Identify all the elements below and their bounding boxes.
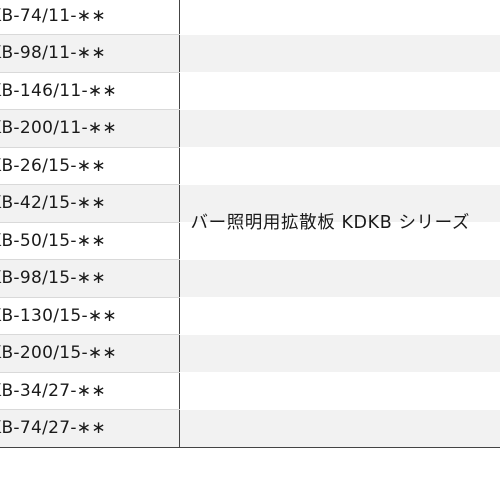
series-name-cell: バー照明用拡散板 KDKB シリーズ (179, 0, 500, 448)
model-number-cell: KB-130/15-∗∗ (0, 297, 180, 335)
model-number-cell: KB-200/11-∗∗ (0, 109, 180, 148)
model-number-cell: KB-34/27-∗∗ (0, 372, 180, 410)
model-number-cell: KB-42/15-∗∗ (0, 184, 180, 223)
product-spec-table: KB-74/11-∗∗ バー照明用拡散板 KDKB シリーズ KB-98/11-∗∗… (0, 0, 500, 448)
model-number-cell: KB-98/11-∗∗ (0, 34, 180, 73)
spec-table-body: KB-74/11-∗∗ バー照明用拡散板 KDKB シリーズ KB-98/11-∗∗… (0, 0, 500, 448)
spec-table-view: KB-74/11-∗∗ バー照明用拡散板 KDKB シリーズ KB-98/11-∗∗… (0, 0, 500, 500)
model-number-cell: KB-200/15-∗∗ (0, 334, 180, 373)
model-number-cell: KB-74/11-∗∗ (0, 0, 180, 35)
table-row: KB-74/11-∗∗ バー照明用拡散板 KDKB シリーズ (0, 0, 500, 448)
model-number-cell: KB-74/27-∗∗ (0, 409, 180, 448)
model-number-cell: KB-26/15-∗∗ (0, 147, 180, 185)
model-number-cell: KB-98/15-∗∗ (0, 259, 180, 298)
model-number-cell: KB-50/15-∗∗ (0, 222, 180, 260)
model-number-cell: KB-146/11-∗∗ (0, 72, 180, 110)
